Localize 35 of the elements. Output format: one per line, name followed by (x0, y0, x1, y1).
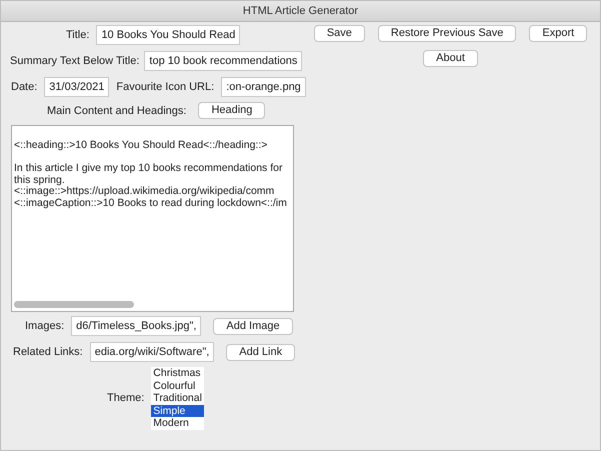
add-image-button[interactable]: Add Image (213, 318, 293, 334)
date-label: Date: (11, 81, 38, 93)
content-line: this spring. (14, 174, 65, 186)
content-line: <::imageCaption::>10 Books to read during lockdown<::/im (14, 198, 288, 209)
content-line: <::image::>https://upload.wikimedia.org/wikipedia/comm (14, 186, 276, 198)
date-field[interactable]: 31/03/2021 (44, 77, 110, 97)
theme-option[interactable]: Modern (151, 417, 204, 430)
favicon-url-field[interactable]: :on-orange.png (221, 77, 306, 97)
scrollbar-thumb[interactable] (14, 301, 134, 308)
add-link-button[interactable]: Add Link (226, 344, 296, 360)
theme-option[interactable]: Simple (151, 404, 204, 417)
related-links-label: Related Links: (13, 346, 83, 358)
summary-label: Summary Text Below Title: (10, 55, 140, 67)
theme-label: Theme: (107, 392, 144, 404)
theme-option[interactable]: Colourful (151, 380, 204, 392)
favicon-url-label: Favourite Icon URL: (116, 81, 214, 93)
heading-button[interactable]: Heading (198, 102, 266, 119)
theme-list[interactable]: Christmas Colourful Traditional Simple Modern (151, 367, 204, 430)
action-button[interactable]: Export (529, 25, 588, 42)
theme-option[interactable]: Traditional (151, 392, 204, 404)
content-line: In this article I give my top 10 books recommendations for (14, 161, 284, 174)
action-button[interactable]: Save (314, 25, 365, 42)
summary-field[interactable]: top 10 book recommendations (144, 51, 302, 71)
window-title: HTML Article Generator (242, 5, 358, 17)
content-text-area[interactable] (11, 125, 294, 312)
related-links-field[interactable]: edia.org/wiki/Software", (90, 342, 214, 362)
action-button[interactable]: Restore Previous Save (378, 25, 516, 42)
about-button[interactable]: About (423, 50, 478, 67)
main-content-label: Main Content and Headings: (47, 104, 186, 116)
images-label: Images: (25, 320, 64, 332)
content-line: <::heading::>10 Books You Should Read<::/heading::> (14, 140, 268, 152)
theme-option[interactable]: Christmas (151, 367, 204, 380)
images-field[interactable]: d6/Timeless_Books.jpg", (71, 316, 202, 336)
title-field[interactable]: 10 Books You Should Read (96, 25, 240, 45)
title-label: Title: (66, 29, 90, 41)
